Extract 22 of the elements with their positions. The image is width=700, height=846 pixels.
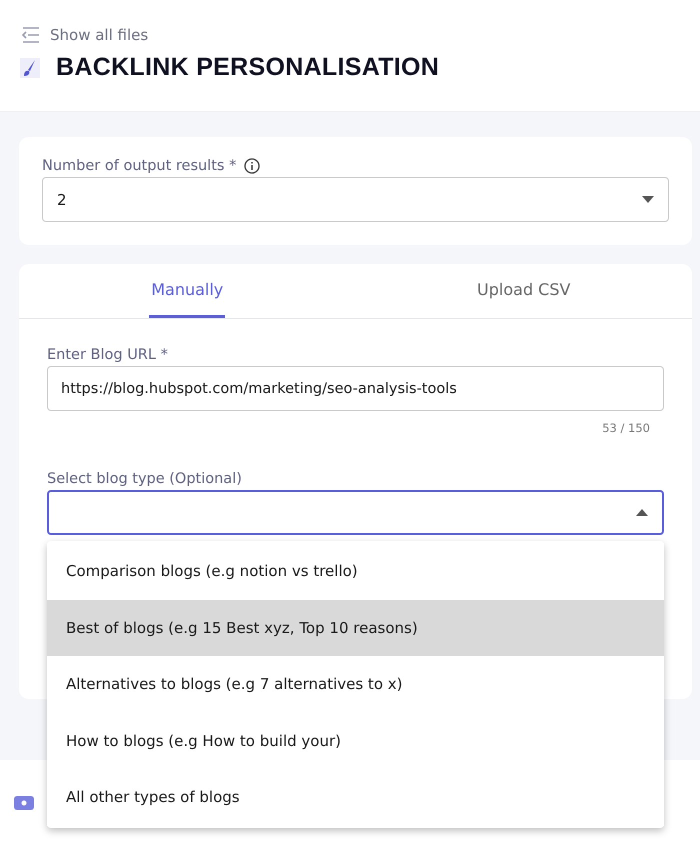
dropdown-option[interactable]: Best of blogs (e.g 15 Best xyz, Top 10 reasons) <box>47 600 664 656</box>
page-title: BACKLINK PERSONALISATION <box>56 53 440 82</box>
field-label: Enter Blog URL * <box>47 347 168 363</box>
field-label: Number of output results * <box>42 158 236 174</box>
dropdown-arrow-icon <box>636 509 648 516</box>
blog-url-input[interactable]: https://blog.hubspot.com/marketing/seo-analysis-tools <box>47 366 664 411</box>
output-results-select[interactable]: 2 <box>42 177 669 222</box>
character-counter: 53 / 150 <box>601 421 650 435</box>
show-all-files-link[interactable]: Show all files <box>20 26 148 44</box>
dropdown-option[interactable]: All other types of blogs <box>47 769 664 826</box>
toggle-icon <box>14 796 34 810</box>
blog-type-select[interactable] <box>47 490 664 535</box>
field-label: Select blog type (Optional) <box>47 471 242 487</box>
dropdown-option[interactable]: Comparison blogs (e.g notion vs trello) <box>47 543 664 600</box>
brush-icon <box>20 58 40 78</box>
tab[interactable]: Manually <box>149 264 226 318</box>
dropdown-option[interactable]: How to blogs (e.g How to build your) <box>47 712 664 769</box>
info-icon[interactable] <box>244 158 260 174</box>
menu-back-icon <box>20 27 40 43</box>
tab[interactable]: Upload CSV <box>475 264 572 318</box>
dropdown-arrow-icon <box>642 196 654 203</box>
dropdown-option[interactable]: Alternatives to blogs (e.g 7 alternatives to x) <box>47 656 664 712</box>
